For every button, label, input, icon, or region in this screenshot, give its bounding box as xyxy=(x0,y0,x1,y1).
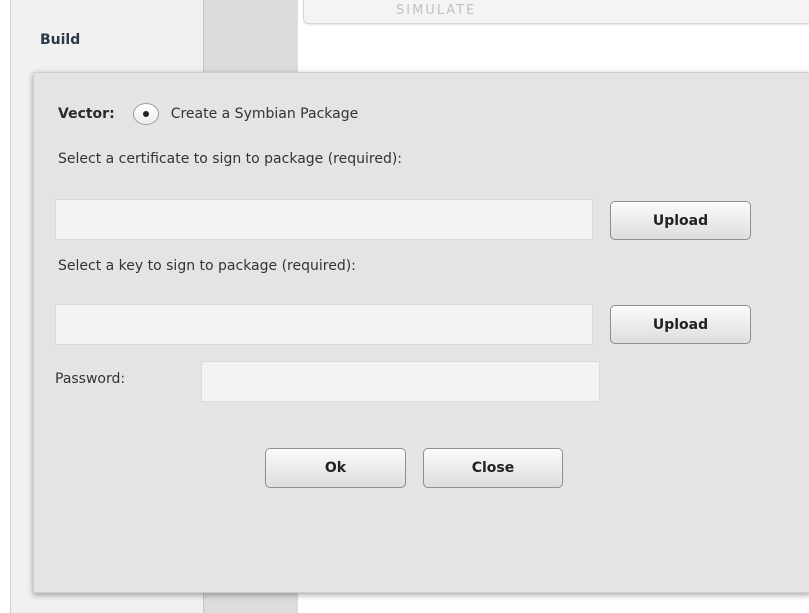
ok-button[interactable]: Ok xyxy=(265,448,406,488)
certificate-field[interactable] xyxy=(55,199,593,240)
key-field[interactable] xyxy=(55,304,593,345)
tab-build[interactable]: Build xyxy=(40,32,80,48)
certificate-label: Select a certificate to sign to package … xyxy=(58,151,403,167)
symbian-package-dialog: Vector: Create a Symbian Package Select … xyxy=(33,72,809,593)
top-card-label: SIMULATE xyxy=(396,3,477,18)
upload-certificate-button[interactable]: Upload xyxy=(610,201,751,240)
password-label: Password: xyxy=(55,371,126,387)
top-card: SIMULATE xyxy=(303,0,809,24)
upload-key-button[interactable]: Upload xyxy=(610,305,751,344)
key-label: Select a key to sign to package (require… xyxy=(58,258,356,274)
symbian-package-radio[interactable] xyxy=(132,103,159,125)
symbian-package-radio-label[interactable]: Create a Symbian Package xyxy=(171,106,359,122)
close-button[interactable]: Close xyxy=(423,448,563,488)
vector-row: Vector: Create a Symbian Package xyxy=(58,103,358,125)
password-field[interactable] xyxy=(201,361,600,402)
vector-label: Vector: xyxy=(58,106,115,122)
app-stage: SIMULATE Build Vector: Create a Symbian … xyxy=(0,0,809,613)
radio-selected-dot-icon xyxy=(142,111,149,117)
